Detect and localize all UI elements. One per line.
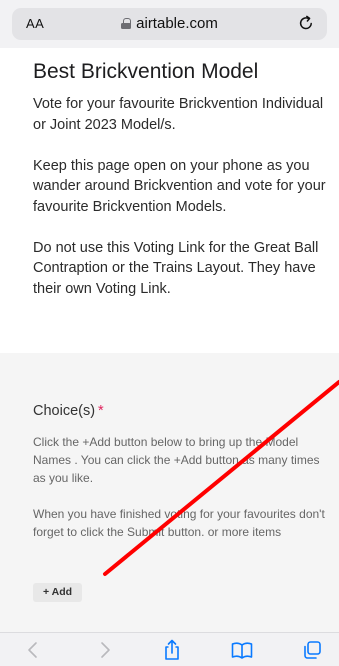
field-label-text: Choice(s) [33, 403, 96, 419]
field-help-text: Click the +Add button below to bring up … [33, 433, 325, 559]
url-display[interactable]: airtable.com [12, 15, 327, 32]
help-paragraph: When you have finished voting for your f… [33, 507, 325, 539]
tabs-icon[interactable] [300, 639, 324, 661]
help-paragraph: Click the +Add button below to bring up … [33, 435, 320, 485]
reload-icon[interactable] [297, 14, 315, 32]
page-content: Best Brickvention Model Vote for your fa… [0, 48, 339, 633]
lock-icon [121, 18, 132, 29]
description-paragraph: Do not use this Voting Link for the Grea… [33, 239, 319, 297]
address-bar[interactable]: AA airtable.com [12, 8, 327, 40]
url-text: airtable.com [136, 15, 218, 32]
forward-chevron-icon[interactable] [92, 639, 116, 661]
back-chevron-icon[interactable] [22, 639, 46, 661]
choices-field-label: Choice(s) * [33, 403, 104, 419]
add-choice-button[interactable]: + Add [33, 583, 82, 602]
browser-bottom-toolbar [0, 632, 339, 666]
description-paragraph: Keep this page open on your phone as you… [33, 157, 326, 215]
choices-field-section: Choice(s) * Click the +Add button below t… [0, 353, 339, 633]
browser-top-bar: AA airtable.com [0, 0, 339, 48]
share-icon[interactable] [160, 639, 184, 661]
form-title: Best Brickvention Model [33, 60, 259, 83]
bookmarks-icon[interactable] [230, 639, 254, 661]
required-asterisk: * [98, 403, 104, 419]
form-description: Vote for your favourite Brickvention Ind… [33, 94, 328, 320]
description-paragraph: Vote for your favourite Brickvention Ind… [33, 96, 324, 133]
